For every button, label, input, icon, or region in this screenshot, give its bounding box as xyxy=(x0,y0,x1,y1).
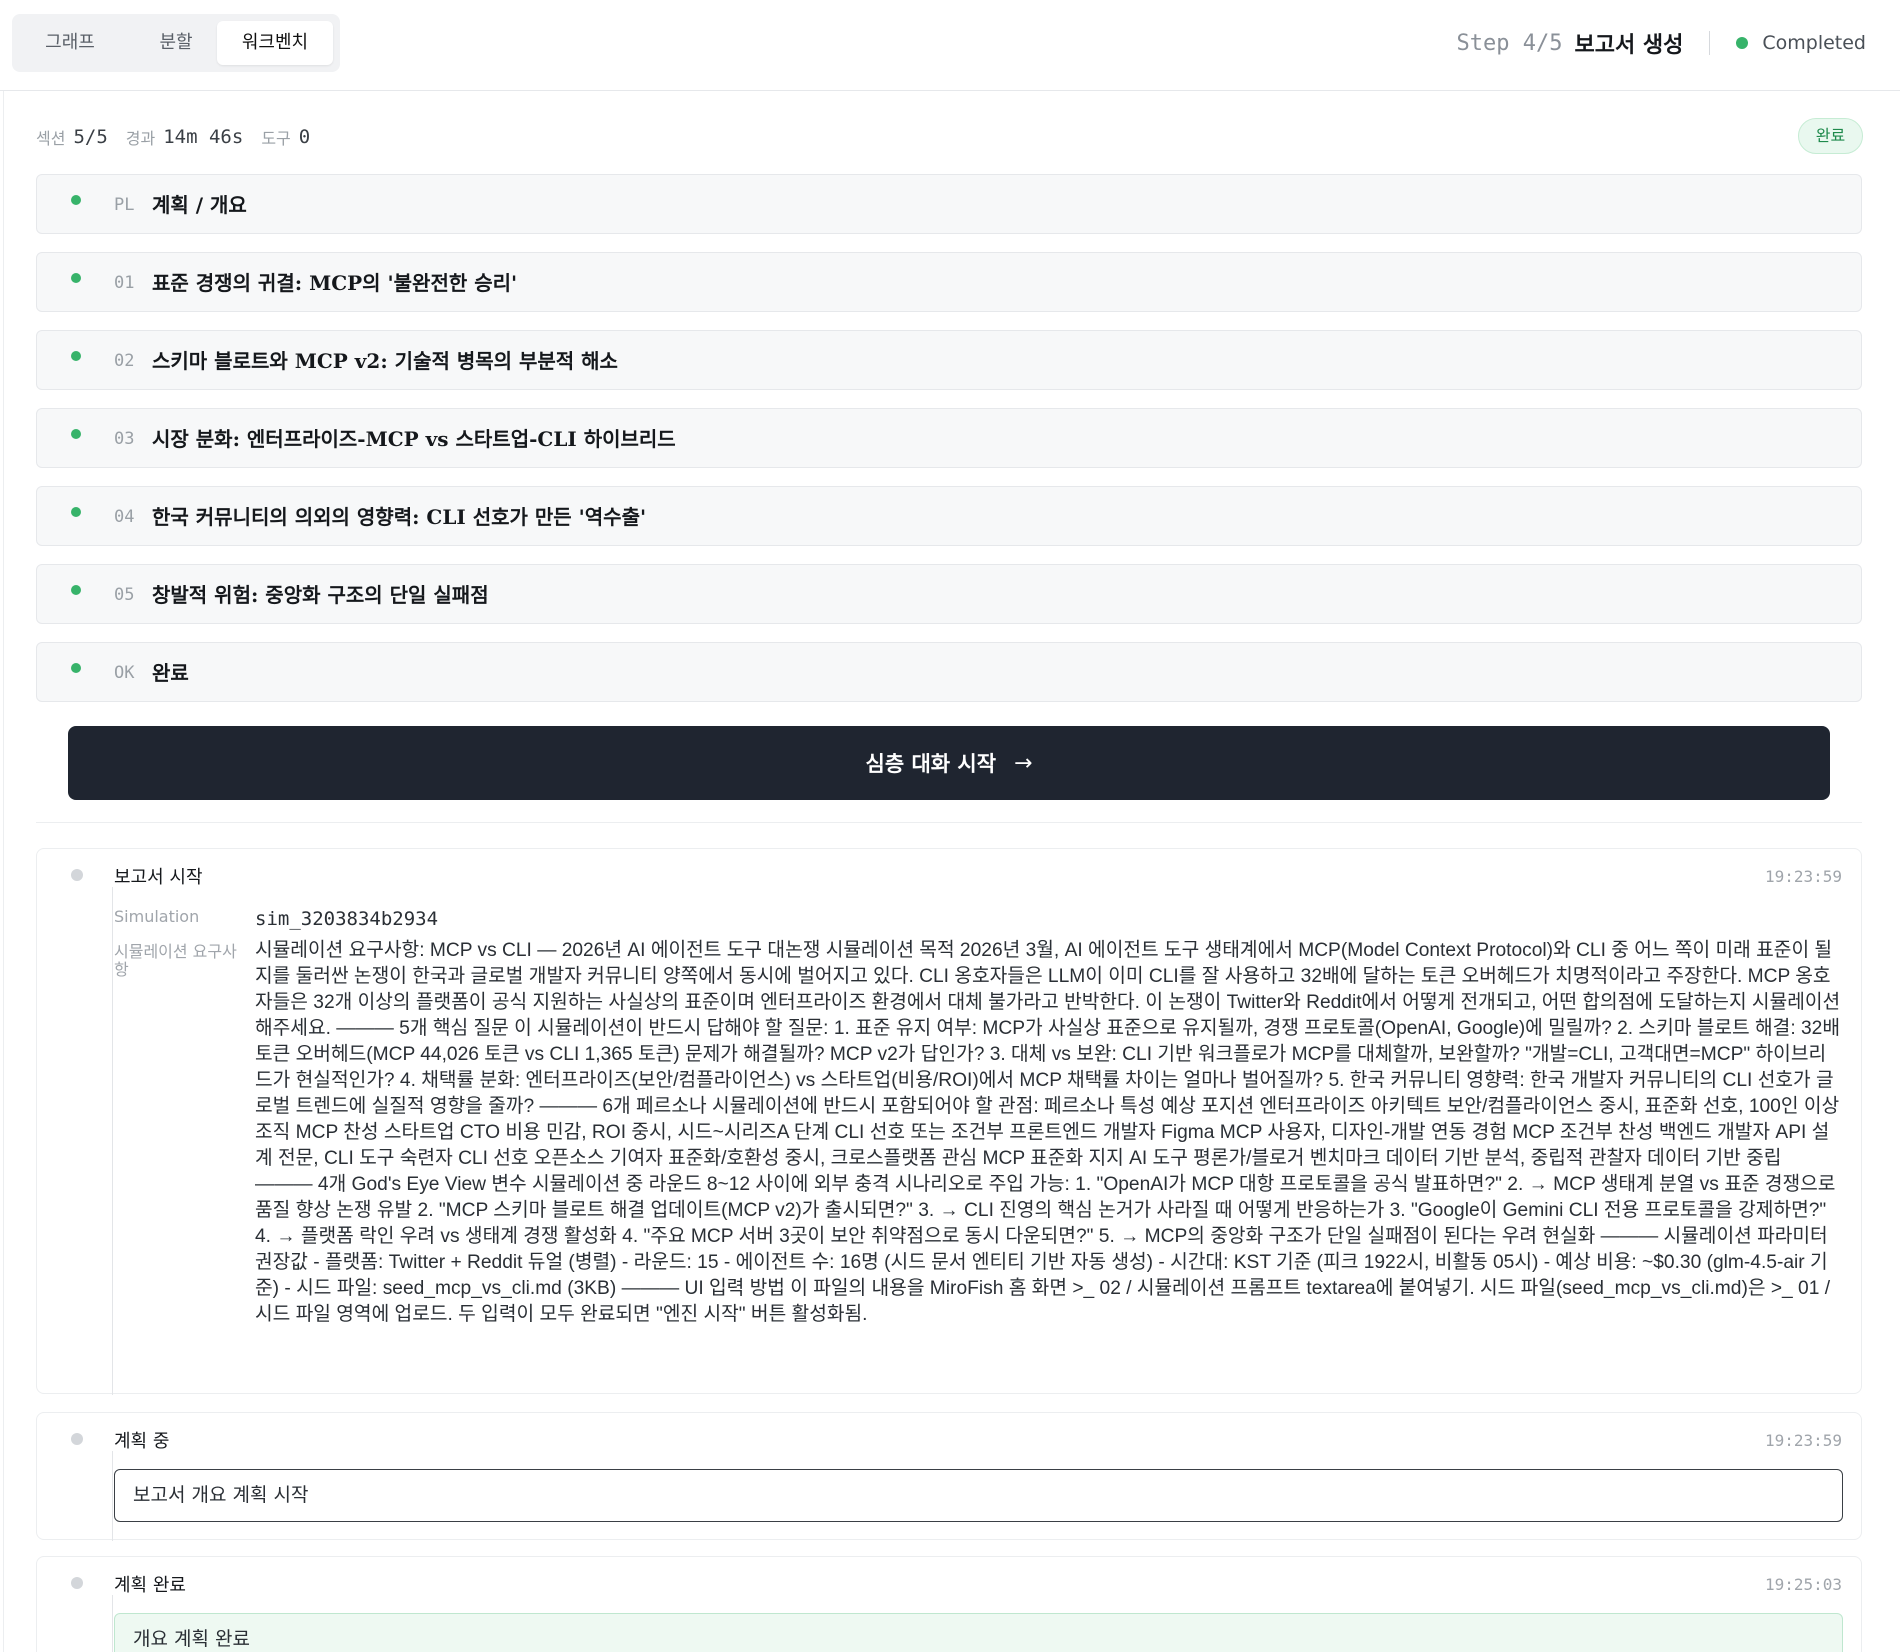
meta-section-value: 5/5 xyxy=(73,126,108,148)
timeline-line xyxy=(112,1595,113,1652)
arrow-right-icon: → xyxy=(1014,750,1033,776)
meta-section-key: 섹션 xyxy=(36,129,66,148)
section-title: 표준 경쟁의 귀결: MCP의 '불완전한 승리' xyxy=(152,271,518,295)
log-timestamp: 19:25:03 xyxy=(1764,1575,1842,1594)
section-code: 03 xyxy=(114,429,135,449)
section-title: 한국 커뮤니티의 의외의 영향력: CLI 선호가 만든 '역수출' xyxy=(152,505,647,529)
tab-graph[interactable]: 그래프 xyxy=(19,21,121,65)
tab-workbench[interactable]: 워크벤치 xyxy=(217,21,333,65)
status-dot-icon xyxy=(71,663,81,673)
timeline-dot-icon xyxy=(71,1433,83,1445)
section-item-01[interactable]: 01 표준 경쟁의 귀결: MCP의 '불완전한 승리' xyxy=(36,252,1862,312)
view-tabs: 그래프 분할 워크벤치 xyxy=(12,14,340,72)
tab-split[interactable]: 분할 xyxy=(125,21,227,65)
simulation-id: sim_3203834b2934 xyxy=(255,908,439,930)
section-code: PL xyxy=(114,195,135,215)
meta-tools-value: 0 xyxy=(298,126,311,148)
section-code: 02 xyxy=(114,351,135,371)
simulation-key: Simulation xyxy=(114,907,200,926)
divider xyxy=(1709,31,1711,55)
top-bar: 그래프 분할 워크벤치 Step 4/5 보고서 생성 Completed xyxy=(0,0,1900,91)
divider xyxy=(36,822,1862,823)
timeline-dot-icon xyxy=(71,869,83,881)
status-dot-icon xyxy=(1736,37,1749,49)
section-title: 스키마 블로트와 MCP v2: 기술적 병목의 부분적 해소 xyxy=(152,349,618,373)
left-rail xyxy=(3,91,4,1652)
status-dot-icon xyxy=(71,429,81,439)
section-title: 시장 분화: 엔터프라이즈-MCP vs 스타트업-CLI 하이브리드 xyxy=(152,427,676,451)
timeline-dot-icon xyxy=(71,1577,83,1589)
report-meta: 섹션 5/5 경과 14m 46s 도구 0 xyxy=(36,122,328,152)
section-item-03[interactable]: 03 시장 분화: 엔터프라이즈-MCP vs 스타트업-CLI 하이브리드 xyxy=(36,408,1862,468)
section-code: OK xyxy=(114,663,135,683)
status-dot-icon xyxy=(71,273,81,283)
step-title: 보고서 생성 xyxy=(1574,33,1684,58)
log-message: 개요 계획 완료 xyxy=(114,1613,1843,1652)
log-message: 보고서 개요 계획 시작 xyxy=(114,1469,1843,1522)
meta-elapsed-value: 14m 46s xyxy=(163,126,244,148)
status-badge: 완료 xyxy=(1798,118,1863,154)
meta-tools-key: 도구 xyxy=(261,129,291,148)
timeline-line xyxy=(112,1451,113,1541)
log-entry-report-start: 보고서 시작 19:23:59 Simulation sim_3203834b2… xyxy=(36,848,1862,1395)
section-title: 계획 / 개요 xyxy=(152,193,247,217)
status-text: Completed xyxy=(1762,32,1866,54)
log-title: 보고서 시작 xyxy=(114,867,203,888)
start-deep-chat-button[interactable]: 심층 대화 시작 → xyxy=(68,726,1830,800)
section-code: 05 xyxy=(114,585,135,605)
section-item-02[interactable]: 02 스키마 블로트와 MCP v2: 기술적 병목의 부분적 해소 xyxy=(36,330,1862,390)
status-dot-icon xyxy=(71,585,81,595)
log-title: 계획 중 xyxy=(114,1431,170,1452)
section-item-complete[interactable]: OK 완료 xyxy=(36,642,1862,702)
requirement-text: 시뮬레이션 요구사항: MCP vs CLI — 2026년 AI 에이전트 도… xyxy=(255,940,1841,1325)
log-timestamp: 19:23:59 xyxy=(1764,867,1842,886)
log-entry-planning: 계획 중 19:23:59 보고서 개요 계획 시작 xyxy=(36,1412,1862,1541)
step-label: Step 4/5 xyxy=(1456,30,1563,56)
status-dot-icon xyxy=(71,195,81,205)
section-title: 창발적 위험: 중앙화 구조의 단일 실패점 xyxy=(152,583,489,607)
status-dot-icon xyxy=(71,351,81,361)
section-item-plan[interactable]: PL 계획 / 개요 xyxy=(36,174,1862,234)
requirement-key: 시뮬레이션 요구사항 xyxy=(114,942,237,979)
timeline-line xyxy=(112,887,113,1395)
step-indicator: Step 4/5 보고서 생성 Completed xyxy=(1457,26,1900,60)
status-dot-icon xyxy=(71,507,81,517)
section-code: 04 xyxy=(114,507,135,527)
section-title: 완료 xyxy=(152,661,189,685)
section-item-04[interactable]: 04 한국 커뮤니티의 의외의 영향력: CLI 선호가 만든 '역수출' xyxy=(36,486,1862,546)
log-title: 계획 완료 xyxy=(114,1575,186,1596)
log-entry-planned: 계획 완료 19:25:03 개요 계획 완료 xyxy=(36,1556,1862,1652)
section-item-05[interactable]: 05 창발적 위험: 중앙화 구조의 단일 실패점 xyxy=(36,564,1862,624)
start-deep-chat-label: 심층 대화 시작 xyxy=(865,752,997,776)
log-timestamp: 19:23:59 xyxy=(1764,1431,1842,1450)
meta-elapsed-key: 경과 xyxy=(125,129,156,148)
section-code: 01 xyxy=(114,273,135,293)
